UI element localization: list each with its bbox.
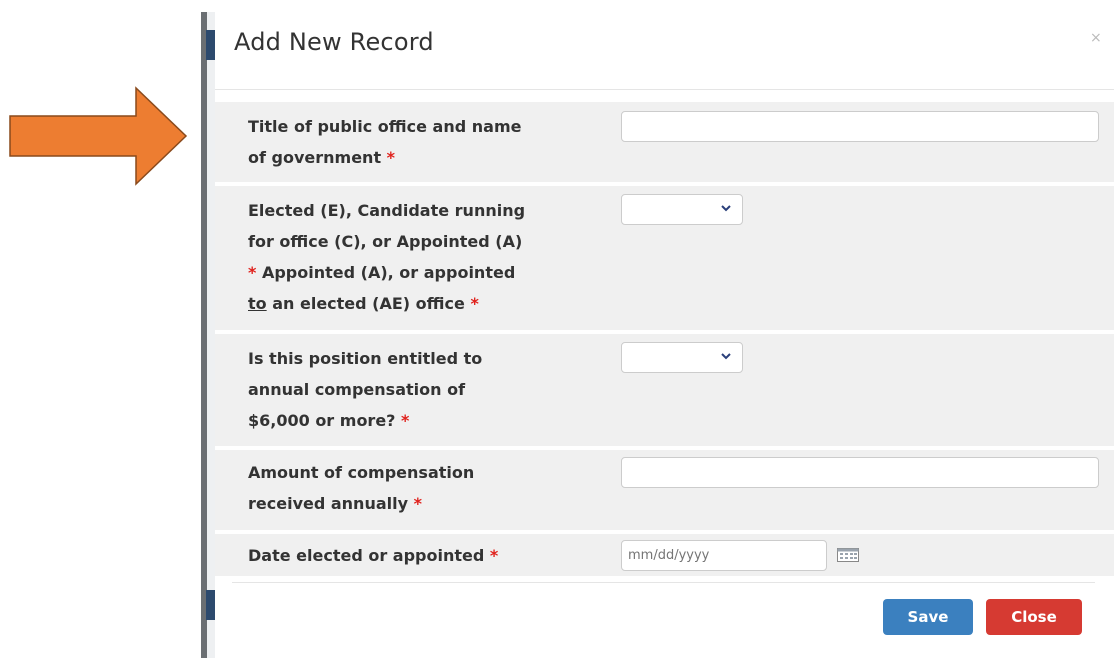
required-mark: * [386, 148, 396, 167]
required-mark: * [401, 411, 410, 430]
title-field-label-line: Title of public office and name [248, 117, 522, 136]
status-field-label-underlined: to [248, 294, 267, 313]
modal-title: Add New Record [234, 28, 434, 56]
amount-input[interactable] [621, 457, 1099, 488]
background-page-edge [201, 12, 207, 658]
status-select[interactable] [621, 194, 743, 225]
form-row-compensation-entitled: Is this position entitled to annual comp… [215, 334, 1114, 446]
required-mark: * [489, 546, 499, 565]
required-mark: * [470, 294, 479, 313]
amount-field-label-line: received annually [248, 494, 409, 513]
calendar-icon[interactable] [837, 548, 859, 562]
status-field-label-line: Appointed (A), or appointed [261, 263, 516, 282]
compensation-entitled-label: Is this position entitled to annual comp… [248, 343, 482, 436]
modal-header: Add New Record × [215, 12, 1114, 90]
date-field-label: Date elected or appointed * [248, 540, 498, 571]
compensation-entitled-select[interactable] [621, 342, 743, 373]
status-field-label-line: an elected (AE) office [272, 294, 465, 313]
save-button[interactable]: Save [883, 599, 973, 635]
compensation-entitled-label-line: $6,000 or more? [248, 411, 396, 430]
required-mark: * [413, 494, 422, 513]
compensation-entitled-label-line: annual compensation of [248, 380, 466, 399]
compensation-entitled-label-line: Is this position entitled to [248, 349, 483, 368]
chevron-down-icon [721, 205, 731, 212]
form-row-status: Elected (E), Candidate running for offic… [215, 186, 1114, 330]
status-field-label: Elected (E), Candidate running for offic… [248, 195, 525, 319]
screenshot: Add New Record × Title of public office … [0, 0, 1114, 658]
form-row-amount: Amount of compensation received annually… [215, 450, 1114, 530]
status-field-label-line: for office (C), or Appointed (A) [248, 232, 523, 251]
title-field-label: Title of public office and name of gover… [248, 111, 521, 173]
amount-field-label-line: Amount of compensation [248, 463, 475, 482]
status-field-label-line: Elected (E), Candidate running [248, 201, 526, 220]
close-icon[interactable]: × [1090, 30, 1102, 46]
arrow-right-icon [9, 86, 188, 186]
form-row-title: Title of public office and name of gover… [215, 102, 1114, 182]
close-button[interactable]: Close [986, 599, 1082, 635]
date-input[interactable] [621, 540, 827, 571]
title-office-input[interactable] [621, 111, 1099, 142]
date-field-label-text: Date elected or appointed [248, 546, 485, 565]
form-row-date: Date elected or appointed * [215, 534, 1114, 576]
footer-divider [232, 582, 1095, 583]
add-record-modal: Add New Record × Title of public office … [215, 12, 1114, 658]
title-field-label-line: of government [248, 148, 382, 167]
amount-field-label: Amount of compensation received annually… [248, 457, 474, 519]
chevron-down-icon [721, 353, 731, 360]
required-mark: * [248, 263, 257, 282]
